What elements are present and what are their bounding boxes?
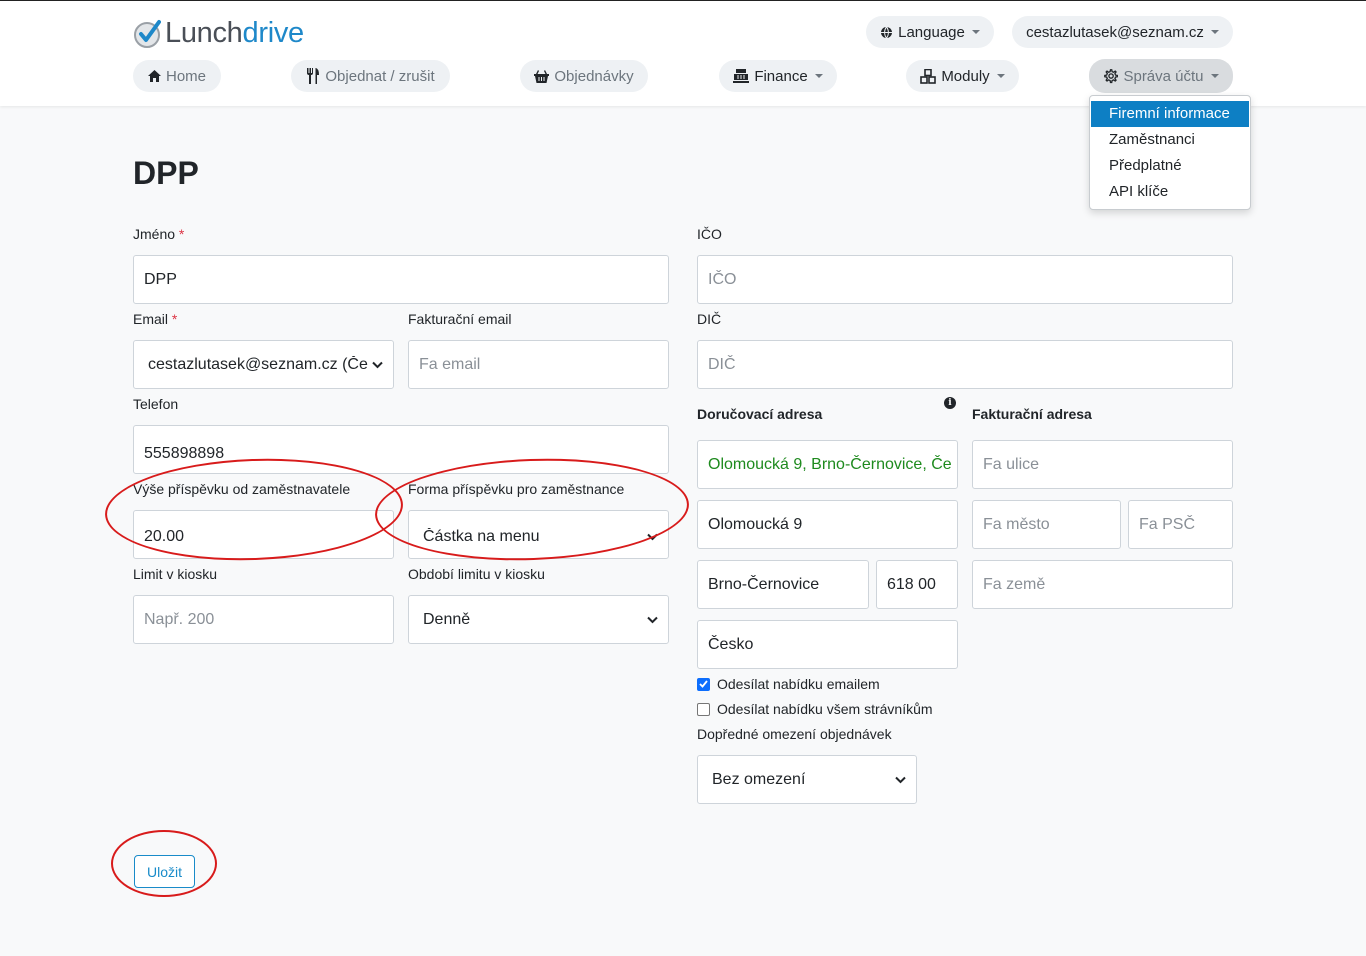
- kiosk-limit-input[interactable]: Např. 200: [133, 595, 394, 644]
- name-label: Jméno *: [133, 226, 185, 242]
- checkmark-icon: [699, 680, 708, 688]
- language-label: Language: [898, 23, 965, 41]
- delivery-country-input[interactable]: Česko: [697, 620, 958, 669]
- nav-modules-label: Moduly: [941, 67, 990, 85]
- basket-icon: [534, 69, 550, 83]
- name-input[interactable]: DPP: [133, 255, 669, 304]
- nav-account-label: Správa účtu: [1123, 67, 1204, 85]
- nav-account-dropdown[interactable]: Správa účtu: [1089, 59, 1233, 93]
- user-email: cestazlutasek@seznam.cz: [1026, 23, 1204, 41]
- email-select[interactable]: cestazlutasek@seznam.cz (Če: [133, 340, 394, 389]
- account-dropdown-menu: Firemní informace Zaměstnanci Předplatné…: [1089, 95, 1251, 210]
- send-offer-email-option: Odesílat nabídku emailem: [697, 676, 880, 692]
- nav-home[interactable]: Home: [133, 60, 221, 92]
- menu-item-company-info[interactable]: Firemní informace: [1091, 101, 1249, 127]
- chevron-down-icon: [647, 533, 658, 540]
- user-menu-dropdown[interactable]: cestazlutasek@seznam.cz: [1012, 16, 1233, 48]
- ico-input[interactable]: IČO: [697, 255, 1233, 304]
- home-icon: [147, 70, 161, 82]
- required-asterisk: *: [171, 311, 178, 327]
- billing-country-input[interactable]: Fa země: [972, 560, 1233, 609]
- phone-label: Telefon: [133, 396, 179, 412]
- delivery-street-input[interactable]: Olomoucká 9: [697, 500, 958, 549]
- kiosk-period-label: Období limitu v kiosku: [408, 566, 545, 582]
- kiosk-period-value: Denně: [423, 610, 471, 628]
- checkmark-logo-icon: [134, 20, 161, 48]
- cash-register-icon: [733, 69, 750, 83]
- nav-order[interactable]: Objednat / zrušit: [291, 60, 450, 92]
- delivery-address-heading: Doručovací adresa: [697, 406, 823, 422]
- nav-home-label: Home: [165, 67, 206, 85]
- contribution-form-value: Částka na menu: [423, 527, 540, 545]
- kiosk-limit-label: Limit v kiosku: [133, 566, 218, 582]
- fork-knife-icon: [307, 68, 320, 84]
- ico-label: IČO: [697, 226, 722, 242]
- send-offer-all-option: Odesílat nabídku všem strávníkům: [697, 701, 933, 717]
- contribution-label: Výše příspěvku od zaměstnavatele: [133, 481, 351, 497]
- invoice-email-input[interactable]: Fa email: [408, 340, 669, 389]
- billing-street-input[interactable]: Fa ulice: [972, 440, 1233, 489]
- delivery-zip-input[interactable]: 618 00: [876, 560, 958, 609]
- chevron-down-icon: [895, 776, 906, 783]
- dic-label: DIČ: [697, 311, 722, 327]
- send-offer-email-checkbox[interactable]: [697, 677, 710, 691]
- send-offer-all-label: Odesílat nabídku všem strávníkům: [717, 701, 933, 717]
- contribution-input[interactable]: 20.00: [133, 510, 394, 559]
- required-asterisk: *: [178, 226, 185, 242]
- chevron-down-icon: [1210, 30, 1219, 34]
- nav-finance-dropdown[interactable]: Finance: [719, 60, 837, 92]
- menu-item-api-keys[interactable]: API klíče: [1090, 179, 1250, 205]
- nav-orders[interactable]: Objednávky: [520, 60, 648, 92]
- nav-finance-label: Finance: [754, 67, 808, 85]
- nav-modules-dropdown[interactable]: Moduly: [906, 60, 1019, 92]
- nav-orders-label: Objednávky: [554, 67, 634, 85]
- order-limit-label: Dopředné omezení objednávek: [697, 726, 892, 742]
- email-select-value: cestazlutasek@seznam.cz (Če: [148, 355, 368, 373]
- chevron-down-icon: [1210, 74, 1219, 78]
- menu-item-employees[interactable]: Zaměstnanci: [1090, 127, 1250, 153]
- send-offer-all-checkbox[interactable]: [697, 702, 710, 716]
- billing-zip-input[interactable]: Fa PSČ: [1128, 500, 1233, 549]
- contribution-form-label: Forma příspěvku pro zaměstnance: [408, 481, 625, 497]
- contribution-form-select[interactable]: Částka na menu: [408, 510, 669, 559]
- order-limit-select[interactable]: Bez omezení: [697, 755, 917, 804]
- chevron-down-icon: [814, 74, 823, 78]
- chevron-down-icon: [372, 361, 383, 368]
- order-limit-value: Bez omezení: [712, 770, 806, 788]
- cubes-icon: [920, 68, 937, 84]
- kiosk-period-select[interactable]: Denně: [408, 595, 669, 644]
- email-label: Email *: [133, 311, 178, 327]
- save-button[interactable]: Uložit: [134, 855, 195, 888]
- chevron-down-icon: [996, 74, 1005, 78]
- dic-input[interactable]: DIČ: [697, 340, 1233, 389]
- delivery-city-input[interactable]: Brno-Černovice: [697, 560, 869, 609]
- globe-icon: [881, 26, 893, 38]
- chevron-down-icon: [647, 616, 658, 623]
- menu-item-subscription[interactable]: Předplatné: [1090, 153, 1250, 179]
- page-title: DPP: [133, 155, 199, 191]
- delivery-address-search-input[interactable]: Olomoucká 9, Brno-Černovice, Če: [697, 440, 958, 489]
- nav-order-label: Objednat / zrušit: [325, 67, 435, 85]
- billing-city-input[interactable]: Fa město: [972, 500, 1121, 549]
- lunchdrive-logo[interactable]: Lunchdrive: [133, 15, 304, 51]
- gear-icon: [1104, 68, 1119, 83]
- language-dropdown[interactable]: Language: [866, 16, 994, 48]
- logo-text: Lunchdrive: [165, 16, 304, 49]
- chevron-down-icon: [971, 30, 980, 34]
- send-offer-email-label: Odesílat nabídku emailem: [717, 676, 880, 692]
- phone-input[interactable]: 555898898: [133, 425, 669, 474]
- invoice-email-label: Fakturační email: [408, 311, 512, 327]
- top-navbar: Lunchdrive Language cestazlutasek@seznam…: [0, 0, 1366, 106]
- info-icon[interactable]: i: [944, 397, 956, 409]
- billing-address-heading: Fakturační adresa: [972, 406, 1092, 422]
